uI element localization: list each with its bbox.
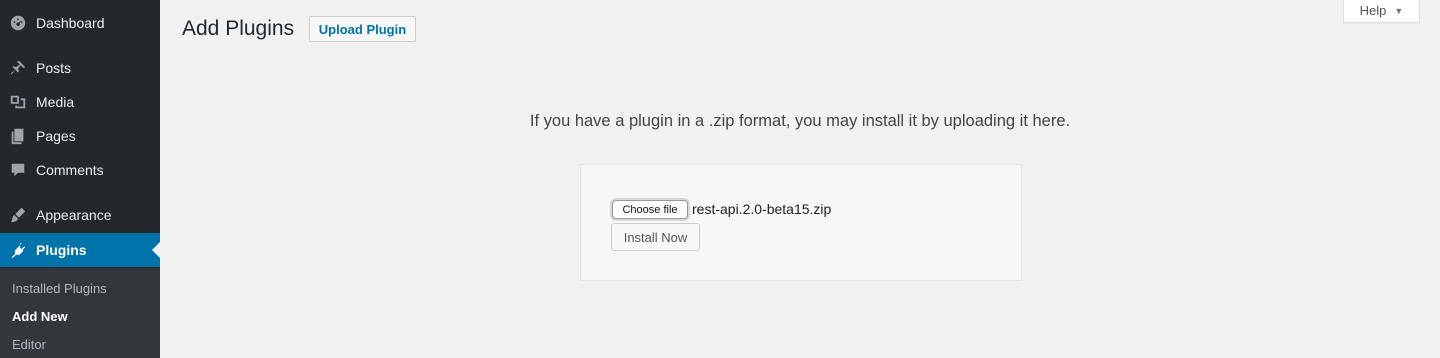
submenu-installed-plugins[interactable]: Installed Plugins <box>12 281 107 296</box>
menu-item-plugins[interactable]: Plugins <box>0 233 160 267</box>
media-icon <box>8 92 28 112</box>
menu-label-plugins: Plugins <box>36 242 87 258</box>
install-now-button[interactable]: Install Now <box>611 223 700 251</box>
pages-icon <box>8 126 28 146</box>
selected-file-name: rest-api.2.0-beta15.zip <box>692 201 832 217</box>
menu-label-media: Media <box>36 94 75 110</box>
page-title: Add Plugins <box>182 17 295 40</box>
menu-item-appearance[interactable]: Appearance <box>0 198 160 232</box>
menu-label-pages: Pages <box>36 128 76 144</box>
pushpin-icon <box>8 58 28 78</box>
menu-label-appearance: Appearance <box>36 207 112 223</box>
submenu-add-new[interactable]: Add New <box>12 309 68 324</box>
upload-description: If you have a plugin in a .zip format, y… <box>529 112 1071 130</box>
submenu-editor[interactable]: Editor <box>12 337 46 352</box>
menu-label-comments: Comments <box>36 162 104 178</box>
menu-label-posts: Posts <box>36 60 72 76</box>
help-tab-button[interactable]: Help ▼ <box>1343 0 1420 23</box>
caret-down-icon: ▼ <box>1394 5 1404 16</box>
comment-icon <box>8 160 28 180</box>
menu-item-comments[interactable]: Comments <box>0 153 160 187</box>
menu-item-pages[interactable]: Pages <box>0 119 160 153</box>
upload-form: Choose file rest-api.2.0-beta15.zip Inst… <box>580 164 1022 281</box>
choose-file-button[interactable]: Choose file <box>612 200 688 219</box>
menu-item-posts[interactable]: Posts <box>0 51 160 85</box>
menu-label-dashboard: Dashboard <box>36 15 105 31</box>
paintbrush-icon <box>8 205 28 225</box>
upload-plugin-button[interactable]: Upload Plugin <box>309 16 416 42</box>
help-label: Help <box>1359 3 1387 18</box>
plugins-submenu: Installed Plugins Add New Editor <box>0 268 160 358</box>
plug-icon <box>8 240 28 260</box>
admin-sidebar: Dashboard Posts Media Pages Comments App… <box>0 0 160 358</box>
dashboard-icon <box>8 13 28 33</box>
menu-item-media[interactable]: Media <box>0 85 160 119</box>
menu-item-dashboard[interactable]: Dashboard <box>0 6 160 40</box>
